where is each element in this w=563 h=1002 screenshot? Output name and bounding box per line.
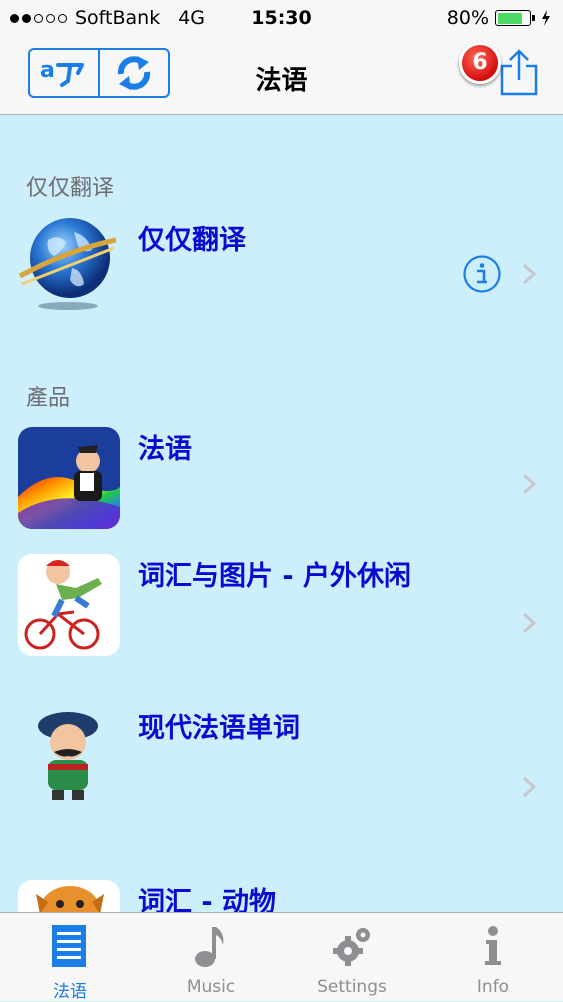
list-item-title: 现代法语单词 <box>138 713 300 744</box>
tab-french[interactable]: 法语 <box>0 913 140 1002</box>
tab-label: 法语 <box>53 982 87 1002</box>
chevron-right-icon <box>522 612 537 634</box>
info-icon <box>463 255 501 293</box>
tab-label: Info <box>476 977 510 997</box>
charging-bolt-icon <box>542 10 550 26</box>
list-item-animals[interactable]: 词汇 - 动物 <box>0 880 563 912</box>
tab-bar: 法语 Music Settings Info <box>0 912 563 1002</box>
list-item-outdoor[interactable]: 词汇与图片 - 户外休闲 <box>0 554 563 664</box>
list-item-title: 仅仅翻译 <box>138 225 246 256</box>
gears-icon <box>333 928 370 966</box>
battery-percent: 80% <box>446 7 489 29</box>
chevron-right-icon <box>522 776 537 798</box>
info-button[interactable] <box>462 254 502 294</box>
list-item-translate-only[interactable]: 仅仅翻译 <box>0 210 563 320</box>
share-button[interactable] <box>498 48 542 98</box>
list-icon <box>52 925 86 967</box>
music-note-icon <box>195 927 224 967</box>
list-item-french[interactable]: 法语 <box>0 427 563 537</box>
tab-music[interactable]: Music <box>141 913 281 1001</box>
chevron-right-icon <box>522 473 537 495</box>
app-icon-outdoor <box>18 554 120 656</box>
section-header-products: 產品 <box>26 386 71 411</box>
info-icon <box>485 926 501 965</box>
app-icon-modern-words <box>18 706 120 808</box>
tab-label: Settings <box>317 977 387 997</box>
app-icon-animals <box>18 880 120 912</box>
tab-label: Music <box>186 977 236 997</box>
section-header-translate: 仅仅翻译 <box>26 176 115 201</box>
tab-info[interactable]: Info <box>423 913 563 1001</box>
notification-badge: 6 <box>459 42 501 84</box>
list-item-title: 法语 <box>138 434 192 465</box>
app-icon-french <box>18 427 120 529</box>
list-item-modern-words[interactable]: 现代法语单词 <box>0 706 563 816</box>
chevron-right-icon <box>522 263 537 285</box>
status-bar: SoftBank 4G 15:30 80% <box>0 0 563 38</box>
battery-icon <box>495 10 535 26</box>
list-item-title: 词汇 - 动物 <box>138 887 277 912</box>
globe-icon <box>18 210 120 314</box>
tab-settings[interactable]: Settings <box>282 913 422 1001</box>
status-right: 80% <box>447 7 551 29</box>
share-icon <box>500 49 538 96</box>
list-item-title: 词汇与图片 - 户外休闲 <box>138 561 412 592</box>
